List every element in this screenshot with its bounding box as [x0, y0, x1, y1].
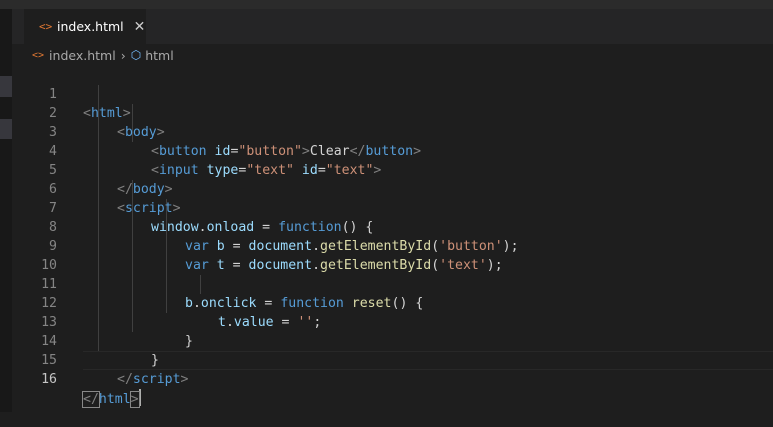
- breadcrumb-element[interactable]: html: [145, 48, 173, 63]
- token: html: [98, 392, 131, 407]
- code-line: 6 <script>: [12, 161, 773, 216]
- window-top-strip: [0, 0, 773, 9]
- code-editor[interactable]: 1 <html> 2 <body> 3 <button id="button">…: [12, 66, 773, 412]
- tab-index-html[interactable]: <> index.html ✕: [24, 9, 146, 44]
- text-cursor: [138, 389, 141, 406]
- breadcrumb: <> index.html › ⬡ html: [12, 44, 773, 66]
- html-file-icon: <>: [32, 49, 45, 61]
- html-file-icon: <>: [39, 20, 53, 33]
- token: >: [180, 372, 189, 387]
- code-line: 4 <input type="text" id="text">: [12, 123, 773, 178]
- token: >: [129, 391, 140, 408]
- code-line: 14 }: [12, 313, 773, 368]
- cube-icon: ⬡: [130, 48, 142, 62]
- tab-bar: <> index.html ✕: [12, 9, 773, 44]
- code-line: 16 </html>: [12, 351, 773, 408]
- token: script: [132, 372, 181, 387]
- code-line: 8 var b = document.getElementById('butto…: [12, 199, 773, 254]
- token: </: [82, 391, 100, 408]
- code-line: 3 <button id="button">Clear</button>: [12, 104, 773, 159]
- code-line: 5 </body>: [12, 142, 773, 197]
- activity-bar: [0, 9, 12, 412]
- code-line: 13 }: [12, 294, 773, 349]
- token: </: [117, 372, 133, 387]
- code-line: 15 </script>: [12, 332, 773, 387]
- code-line: 11 b.onclick = function reset() {: [12, 256, 773, 311]
- code-line: 10: [12, 237, 773, 273]
- breadcrumb-separator: ›: [120, 47, 126, 63]
- activity-item[interactable]: [0, 119, 12, 139]
- code-line: 1 <html>: [12, 66, 773, 121]
- code-line: 9 var t = document.getElementById('text'…: [12, 218, 773, 273]
- close-icon[interactable]: ✕: [134, 19, 146, 35]
- code-line: 7 window.onload = function() {: [12, 180, 773, 235]
- line-number: 16: [41, 372, 57, 387]
- tab-label: index.html: [57, 19, 124, 34]
- code-line: 2 <body>: [12, 85, 773, 140]
- code-line: 12 t.value = '';: [12, 275, 773, 330]
- breadcrumb-file[interactable]: index.html: [49, 48, 116, 63]
- activity-item[interactable]: [0, 76, 12, 97]
